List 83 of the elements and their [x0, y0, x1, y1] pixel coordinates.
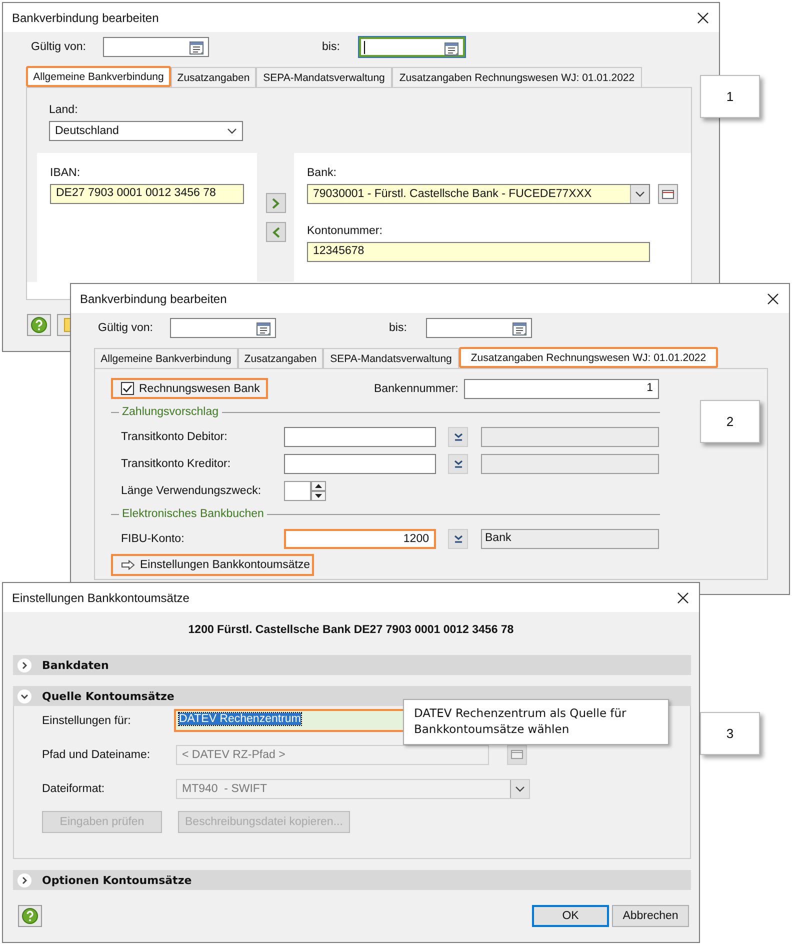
- account-field[interactable]: [284, 427, 436, 447]
- step-callout: 3: [700, 712, 760, 755]
- group-title: Zahlungsvorschlag: [121, 406, 220, 418]
- window-icon: [511, 750, 523, 759]
- chevron-down-icon: [454, 460, 462, 468]
- iban-field[interactable]: DE27 7903 0001 0012 3456 78: [50, 184, 244, 204]
- field-label: FIBU-Konto:: [120, 533, 186, 545]
- step-callout: 2: [700, 400, 760, 443]
- help-icon: [22, 908, 38, 924]
- field-label: Pfad und Dateiname:: [42, 748, 152, 760]
- field-label: Einstellungen für:: [42, 714, 132, 726]
- tooltip: DATEV Rechenzentrum als Quelle für Bankkontoumsätze wählen: [403, 699, 669, 745]
- window-title: Einstellungen Bankkontoumsätze: [12, 590, 190, 604]
- bank-dropdown[interactable]: 79030001 - Fürstl. Castellsche Bank - FUCEDE77XXX: [307, 184, 650, 204]
- account-field[interactable]: 1200: [284, 529, 436, 549]
- lookup-button[interactable]: [448, 529, 468, 549]
- lookup-button[interactable]: [448, 427, 468, 447]
- calendar-icon[interactable]: [512, 320, 528, 336]
- chevron-right-icon: [17, 872, 32, 888]
- field-label: bis:: [389, 322, 408, 334]
- field-label: Bank:: [307, 167, 338, 179]
- country-dropdown[interactable]: Deutschland: [49, 121, 243, 141]
- tab[interactable]: Zusatzangaben Rechnungswesen WJ: 01.01.2022: [459, 347, 718, 368]
- checkbox[interactable]: Rechnungswesen Bank: [111, 378, 268, 399]
- lookup-button[interactable]: [448, 454, 468, 474]
- dialog-heading: 1200 Fürstl. Castellsche Bank DE27 7903 0001 0012 3456 78: [187, 624, 515, 638]
- field-label: Transitkonto Debitor:: [120, 431, 228, 443]
- chevron-down-icon: [454, 433, 462, 441]
- caret-icon[interactable]: [635, 191, 645, 197]
- tab[interactable]: SEPA-Mandatsverwaltung: [256, 67, 392, 87]
- date-field[interactable]: [103, 36, 209, 56]
- window-title: Bankverbindung bearbeiten: [80, 292, 227, 306]
- field-label: Länge Verwendungszweck:: [120, 485, 262, 497]
- field-label: Dateiformat:: [42, 782, 106, 794]
- tab[interactable]: SEPA-Mandatsverwaltung: [323, 348, 459, 368]
- calendar-icon[interactable]: [444, 40, 460, 56]
- window-title: Bankverbindung bearbeiten: [12, 10, 159, 24]
- field-label: Bankennummer:: [374, 382, 460, 394]
- settings-link-button[interactable]: Einstellungen Bankkontoumsätze: [111, 554, 314, 576]
- bank-number-field[interactable]: 1: [464, 378, 659, 398]
- calendar-icon[interactable]: [256, 320, 272, 336]
- chevron-down-icon: [454, 535, 462, 543]
- chevron-right-icon: [272, 198, 280, 208]
- step-callout: 1: [700, 75, 760, 118]
- field-label: Transitkonto Kreditor:: [120, 458, 232, 470]
- account-name-field: Bank: [481, 529, 659, 549]
- dialog-button[interactable]: Abbrechen: [612, 905, 689, 927]
- date-field[interactable]: [359, 36, 465, 56]
- section-header[interactable]: Optionen Kontoumsätze: [13, 870, 691, 890]
- arrow-right-button[interactable]: [266, 193, 286, 213]
- tab[interactable]: Allgemeine Bankverbindung: [94, 348, 238, 368]
- field-label: Gültig von:: [31, 40, 87, 52]
- number-spinner[interactable]: [284, 481, 326, 501]
- browse-button[interactable]: [658, 184, 678, 204]
- help-button[interactable]: [18, 905, 42, 927]
- calendar-icon[interactable]: [189, 40, 205, 54]
- account-number-field[interactable]: 12345678: [307, 242, 650, 262]
- field-label: bis:: [322, 40, 341, 52]
- account-field[interactable]: [284, 454, 436, 474]
- field-label: Gültig von:: [98, 322, 154, 334]
- date-field[interactable]: [170, 318, 276, 338]
- field-label: Kontonummer:: [307, 225, 384, 237]
- dialog-button[interactable]: OK: [532, 905, 609, 927]
- chevron-left-icon: [272, 226, 280, 238]
- field-label: IBAN:: [50, 167, 82, 179]
- spinner-arrows-icon[interactable]: [311, 481, 326, 501]
- chevron-right-icon: [17, 658, 32, 672]
- arrow-left-button[interactable]: [266, 222, 286, 242]
- group-title: Elektronisches Bankbuchen: [121, 508, 265, 520]
- chevron-down-icon: [17, 688, 32, 704]
- checkbox-icon: [121, 382, 134, 395]
- help-icon: [31, 317, 47, 333]
- window-icon: [662, 190, 674, 198]
- section-header[interactable]: Bankdaten: [13, 655, 691, 675]
- date-field[interactable]: [426, 318, 532, 338]
- tab[interactable]: Allgemeine Bankverbindung: [26, 66, 171, 87]
- help-button[interactable]: [27, 314, 51, 336]
- tab[interactable]: Zusatzangaben: [171, 67, 256, 87]
- field-label: Land:: [49, 104, 79, 116]
- caret-icon[interactable]: [227, 128, 237, 134]
- tab[interactable]: Zusatzangaben Rechnungswesen WJ: 01.01.2022: [392, 67, 642, 87]
- tab[interactable]: Zusatzangaben: [238, 348, 323, 368]
- arrow-right-icon: [121, 560, 135, 570]
